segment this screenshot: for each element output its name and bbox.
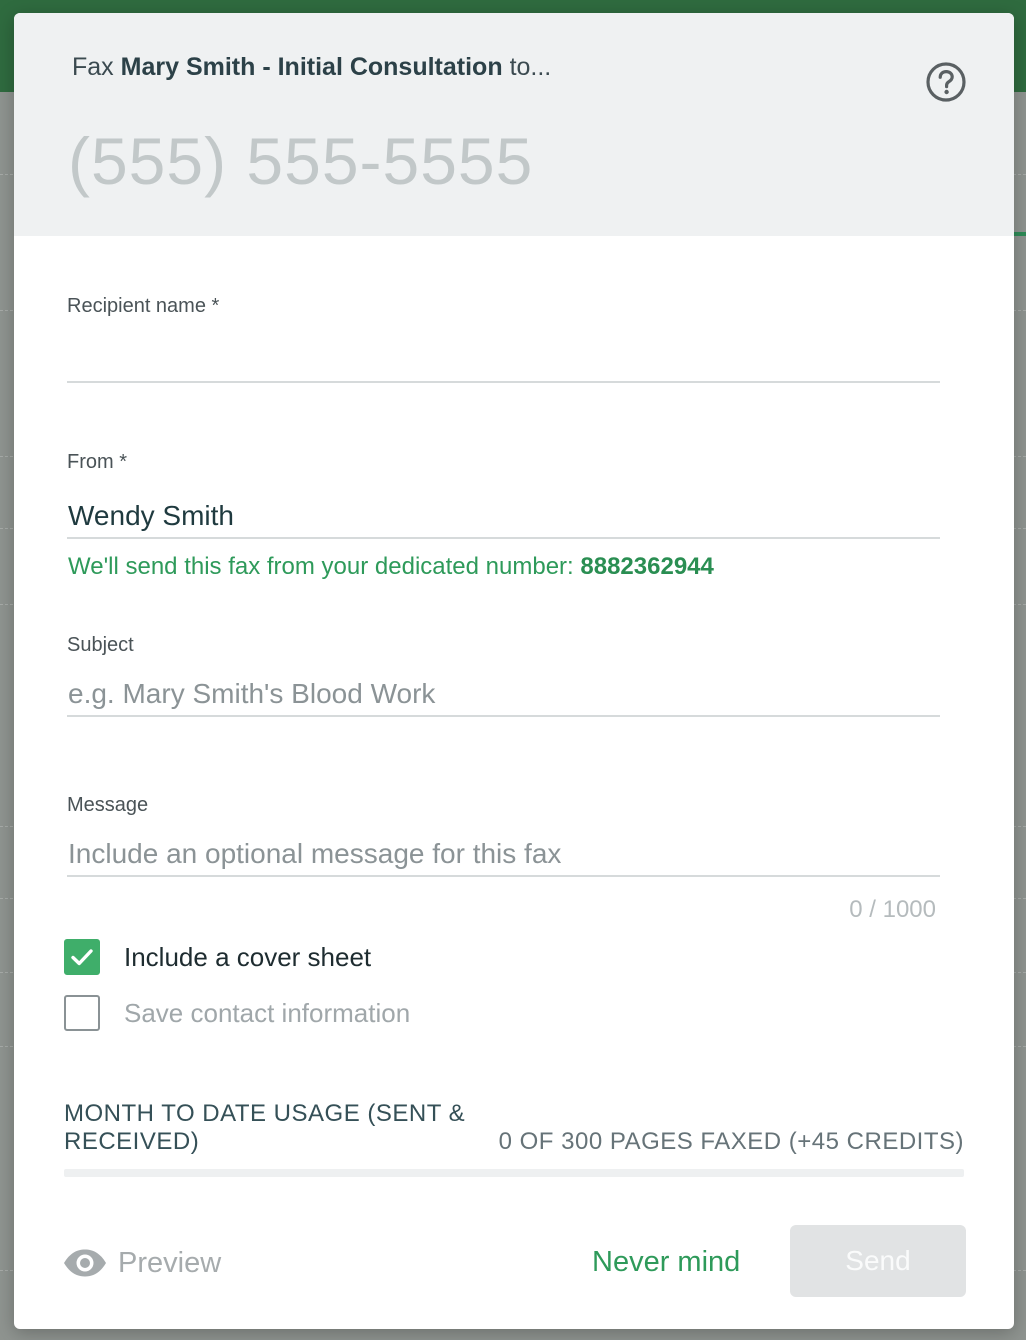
recipient-name-input[interactable] (67, 339, 940, 383)
recipient-label-text: Recipient name (67, 295, 206, 317)
subject-label: Subject (67, 634, 134, 656)
title-suffix: to... (509, 53, 552, 81)
from-label-text: From (67, 451, 114, 473)
dedicated-number-hint: We'll send this fax from your dedicated … (68, 553, 714, 581)
save-contact-label[interactable]: Save contact information (124, 998, 410, 1029)
eye-icon (64, 1249, 106, 1277)
cover-sheet-label[interactable]: Include a cover sheet (124, 942, 371, 973)
message-input[interactable] (67, 833, 940, 877)
preview-label: Preview (118, 1246, 222, 1279)
fax-number-input[interactable] (68, 123, 768, 199)
usage-label: MONTH TO DATE USAGE (SENT & RECEIVED) (64, 1100, 466, 1155)
required-mark: * (119, 451, 128, 473)
required-mark: * (211, 295, 220, 317)
subject-input[interactable] (67, 673, 940, 717)
fax-dialog: Fax Mary Smith - Initial Consultation to… (14, 13, 1014, 1329)
question-circle-icon[interactable] (925, 61, 967, 103)
from-label: From * (67, 451, 127, 474)
checkmark-icon (71, 949, 93, 966)
recipient-name-label: Recipient name * (67, 295, 219, 318)
save-contact-checkbox[interactable] (64, 995, 100, 1031)
never-mind-button[interactable]: Never mind (592, 1240, 740, 1284)
dedicated-hint-text: We'll send this fax from your dedicated … (68, 553, 574, 580)
send-button[interactable]: Send (790, 1225, 966, 1297)
dialog-title: Fax Mary Smith - Initial Consultation to… (72, 53, 551, 82)
title-document-name: Mary Smith - Initial Consultation (120, 53, 503, 81)
dedicated-number: 8882362944 (580, 553, 714, 580)
usage-value: 0 OF 300 PAGES FAXED (+45 CREDITS) (498, 1128, 964, 1155)
title-prefix: Fax (72, 53, 114, 81)
from-input[interactable] (67, 495, 940, 539)
message-label: Message (67, 794, 149, 816)
preview-button[interactable]: Preview (62, 1241, 221, 1285)
background-accent (1014, 232, 1026, 236)
cover-sheet-checkbox[interactable] (64, 939, 100, 975)
usage-progress-bar (64, 1169, 964, 1177)
message-char-counter: 0 / 1000 (849, 896, 936, 923)
dialog-header: Fax Mary Smith - Initial Consultation to… (14, 13, 1014, 236)
